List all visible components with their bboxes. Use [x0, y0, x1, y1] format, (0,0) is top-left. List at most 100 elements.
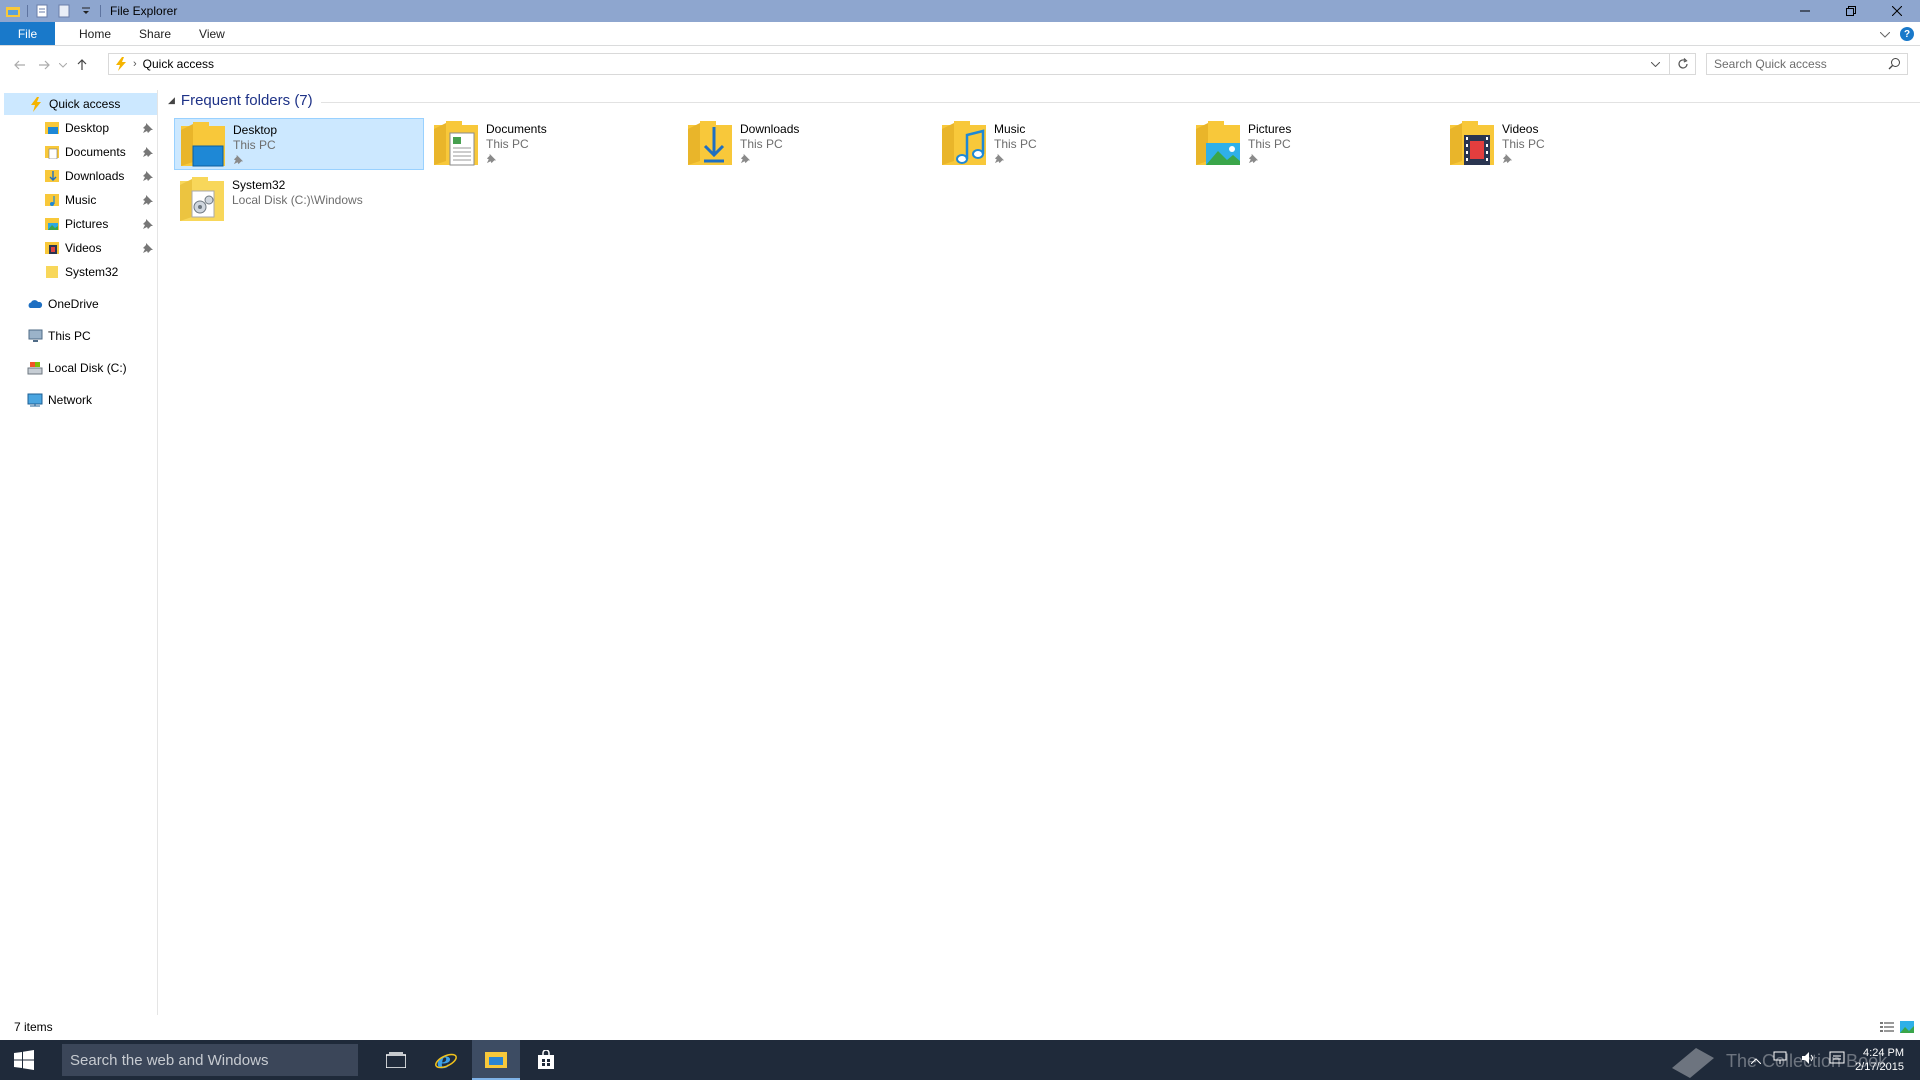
- expand-ribbon-icon[interactable]: [1879, 25, 1891, 43]
- nav-item-videos[interactable]: Videos: [44, 237, 154, 259]
- toolbar-divider: [27, 5, 28, 17]
- pin-icon[interactable]: [142, 242, 154, 254]
- nav-label: Music: [65, 193, 97, 207]
- show-hidden-icons-icon[interactable]: [1750, 1051, 1762, 1069]
- clock-date: 2/17/2015: [1855, 1061, 1904, 1073]
- system-folder-icon: [178, 175, 226, 223]
- group-header-frequent-folders[interactable]: ◢ Frequent folders (7): [168, 92, 1920, 109]
- tab-share[interactable]: Share: [125, 22, 185, 45]
- help-icon[interactable]: ?: [1900, 27, 1914, 41]
- folder-tile-videos[interactable]: Videos This PC: [1444, 118, 1694, 170]
- new-folder-icon[interactable]: [57, 4, 71, 18]
- internet-explorer-button[interactable]: e: [422, 1040, 470, 1080]
- folder-tile-desktop[interactable]: Desktop This PC: [174, 118, 424, 170]
- folder-tile-downloads[interactable]: Downloads This PC: [682, 118, 932, 170]
- address-history-button[interactable]: [1645, 54, 1665, 74]
- search-input[interactable]: Search Quick access: [1706, 53, 1908, 75]
- back-button[interactable]: [8, 53, 32, 77]
- file-explorer-taskbar-button[interactable]: [472, 1040, 520, 1080]
- folder-tile-music[interactable]: Music This PC: [936, 118, 1186, 170]
- close-icon: [1892, 6, 1902, 16]
- status-bar: 7 items: [0, 1016, 1920, 1038]
- documents-folder-icon: [432, 119, 480, 167]
- large-icons-view-icon[interactable]: [1900, 1020, 1914, 1038]
- action-center-icon[interactable]: [1829, 1051, 1845, 1070]
- back-arrow-icon: [14, 60, 25, 70]
- downloads-folder-icon: [44, 168, 60, 184]
- pin-icon[interactable]: [142, 170, 154, 182]
- pin-icon: [740, 153, 751, 164]
- recent-locations-button[interactable]: [56, 53, 70, 77]
- downloads-folder-icon: [686, 119, 734, 167]
- nav-label: Downloads: [65, 169, 125, 183]
- file-explorer-icon: [485, 1052, 507, 1068]
- details-view-icon[interactable]: [1880, 1020, 1894, 1038]
- nav-label: Network: [48, 393, 93, 407]
- minimize-button[interactable]: [1782, 0, 1828, 22]
- network-icon: [27, 392, 43, 408]
- nav-item-desktop[interactable]: Desktop: [44, 117, 154, 139]
- nav-item-documents[interactable]: Documents: [44, 141, 154, 163]
- windows-logo-icon: [14, 1050, 34, 1070]
- task-view-button[interactable]: [372, 1040, 420, 1080]
- videos-folder-icon: [1448, 119, 1496, 167]
- address-row: › Quick access Search Quick access: [0, 50, 1920, 80]
- collapse-triangle-icon[interactable]: ◢: [168, 95, 175, 106]
- clock[interactable]: 4:24 PM 2/17/2015: [1855, 1046, 1904, 1074]
- pin-icon: [233, 154, 244, 165]
- folder-tile-documents[interactable]: Documents This PC: [428, 118, 678, 170]
- title-bar: File Explorer: [0, 0, 1920, 22]
- taskbar-search-input[interactable]: Search the web and Windows: [62, 1044, 358, 1076]
- start-button[interactable]: [0, 1040, 48, 1080]
- pin-icon: [1502, 153, 1513, 164]
- music-folder-icon: [940, 119, 988, 167]
- folder-location: This PC: [1502, 137, 1545, 151]
- clock-time: 4:24 PM: [1863, 1047, 1904, 1059]
- customize-toolbar-icon[interactable]: [79, 4, 93, 18]
- nav-item-system32[interactable]: System32: [44, 261, 154, 283]
- folder-tile-pictures[interactable]: Pictures This PC: [1190, 118, 1440, 170]
- nav-label: This PC: [48, 329, 91, 343]
- pin-icon[interactable]: [142, 122, 154, 134]
- nav-label: Quick access: [49, 97, 121, 111]
- restore-button[interactable]: [1828, 0, 1874, 22]
- nav-item-local-disk[interactable]: Local Disk (C:): [27, 357, 155, 379]
- forward-button[interactable]: [32, 53, 56, 77]
- quick-access-icon: [28, 96, 44, 112]
- music-folder-icon: [44, 192, 60, 208]
- nav-item-quick-access[interactable]: Quick access: [4, 93, 157, 115]
- system-tray: 4:24 PM 2/17/2015: [1750, 1040, 1920, 1080]
- volume-icon[interactable]: [1801, 1051, 1817, 1070]
- folder-location: This PC: [994, 137, 1037, 151]
- folder-tile-system32[interactable]: System32 Local Disk (C:)\Windows: [174, 174, 424, 226]
- nav-item-onedrive[interactable]: OneDrive: [27, 293, 155, 315]
- refresh-button[interactable]: [1669, 54, 1695, 74]
- tab-view[interactable]: View: [185, 22, 239, 45]
- nav-item-network[interactable]: Network: [27, 389, 155, 411]
- pin-icon[interactable]: [142, 146, 154, 158]
- tab-home[interactable]: Home: [65, 22, 125, 45]
- nav-label: Videos: [65, 241, 102, 255]
- network-status-icon[interactable]: [1773, 1051, 1789, 1070]
- properties-icon[interactable]: [35, 4, 49, 18]
- nav-item-music[interactable]: Music: [44, 189, 154, 211]
- nav-item-this-pc[interactable]: This PC: [27, 325, 155, 347]
- breadcrumb-separator-icon[interactable]: ›: [133, 58, 137, 70]
- group-title: Frequent folders (7): [180, 92, 313, 109]
- breadcrumb-quick-access[interactable]: Quick access: [143, 57, 214, 71]
- folder-location: Local Disk (C:)\Windows: [232, 193, 363, 207]
- search-placeholder: Search Quick access: [1714, 57, 1827, 71]
- store-button[interactable]: [522, 1040, 570, 1080]
- pin-icon[interactable]: [142, 194, 154, 206]
- ribbon-tabs: File Home Share View ?: [0, 22, 1920, 46]
- address-bar[interactable]: › Quick access: [108, 53, 1696, 75]
- nav-item-pictures[interactable]: Pictures: [44, 213, 154, 235]
- pin-icon[interactable]: [142, 218, 154, 230]
- up-button[interactable]: [70, 53, 94, 77]
- close-button[interactable]: [1874, 0, 1920, 22]
- folder-name: Videos: [1502, 122, 1539, 136]
- nav-item-downloads[interactable]: Downloads: [44, 165, 154, 187]
- tab-file[interactable]: File: [0, 22, 55, 45]
- refresh-icon: [1677, 58, 1688, 69]
- nav-label: Pictures: [65, 217, 109, 231]
